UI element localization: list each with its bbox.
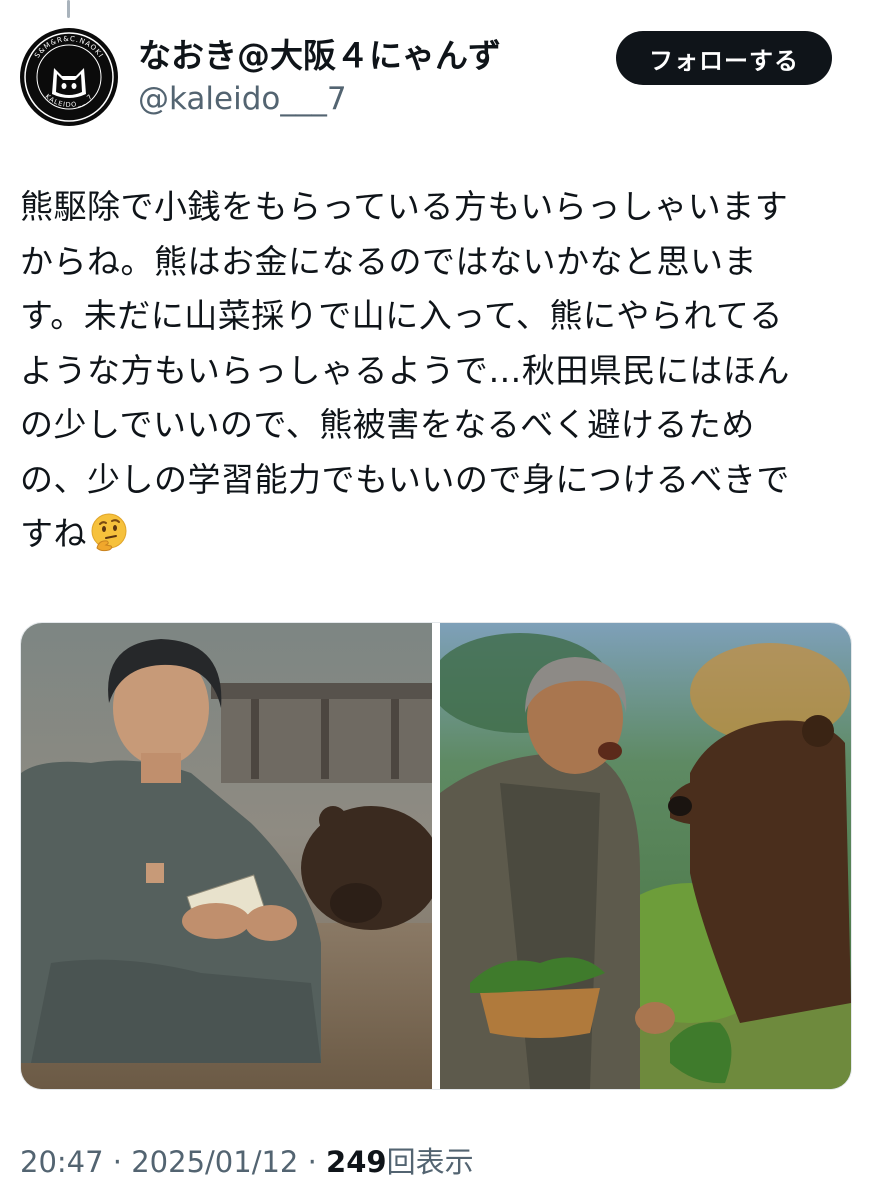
display-name[interactable]: なおき@大阪４にゃんず [138,34,501,78]
tweet-text-line: の、少しの学習能力でもいいので身につけるべきで [20,459,790,499]
man-with-vegetable-basket-and-bear-photo-icon [440,623,851,1089]
thinking-face-icon [91,513,127,552]
meta-separator: · [307,1145,317,1179]
follow-button[interactable]: フォローする [616,31,832,85]
tweet-text-line: からね。熊はお金になるのではないかなと思いま [20,241,757,281]
tweet-text-line: すね [20,514,87,553]
tweet-text-line: す。未だに山菜採りで山に入って、熊にやられてる [20,296,783,335]
cat-logo-icon: S&M&R&C.NAOKI KALEIDO___7 [21,29,117,125]
tweet-text-line: 熊駆除で小銭をもらっている方もいらっしゃいます [20,187,789,226]
tweet-date[interactable]: 2025/01/12 [131,1145,298,1179]
tweet-body: 熊駆除で小銭をもらっている方もいらっしゃいます からね。熊はお金になるのではない… [20,180,850,562]
thread-connector-line [67,0,70,18]
view-count-label: 回表示 [386,1145,474,1179]
view-count: 249 [326,1145,387,1179]
meta-separator: · [112,1145,123,1179]
tweet-time[interactable]: 20:47 [20,1145,104,1179]
tweet-header: S&M&R&C.NAOKI KALEIDO___7 なおき@大阪４にゃんず @k… [20,28,850,128]
user-handle[interactable]: @kaleido___7 [138,78,501,120]
tweet-text-line: の少しでいいので、熊被害をなるべく避けるため [20,405,755,444]
tweet-text-last-line: すね [20,507,850,562]
avatar[interactable]: S&M&R&C.NAOKI KALEIDO___7 [20,28,118,126]
media-image-1[interactable] [21,623,432,1089]
media-image-2[interactable] [440,623,851,1089]
tweet-meta: 20:47 · 2025/01/12 · 249回表示 [20,1140,474,1184]
user-info[interactable]: なおき@大阪４にゃんず @kaleido___7 [138,34,501,120]
man-with-banknote-and-bear-photo-icon [21,623,432,1089]
tweet-text-line: ような方もいらっしゃるようで…秋田県民にはほん [20,350,790,390]
media-grid [20,622,852,1090]
